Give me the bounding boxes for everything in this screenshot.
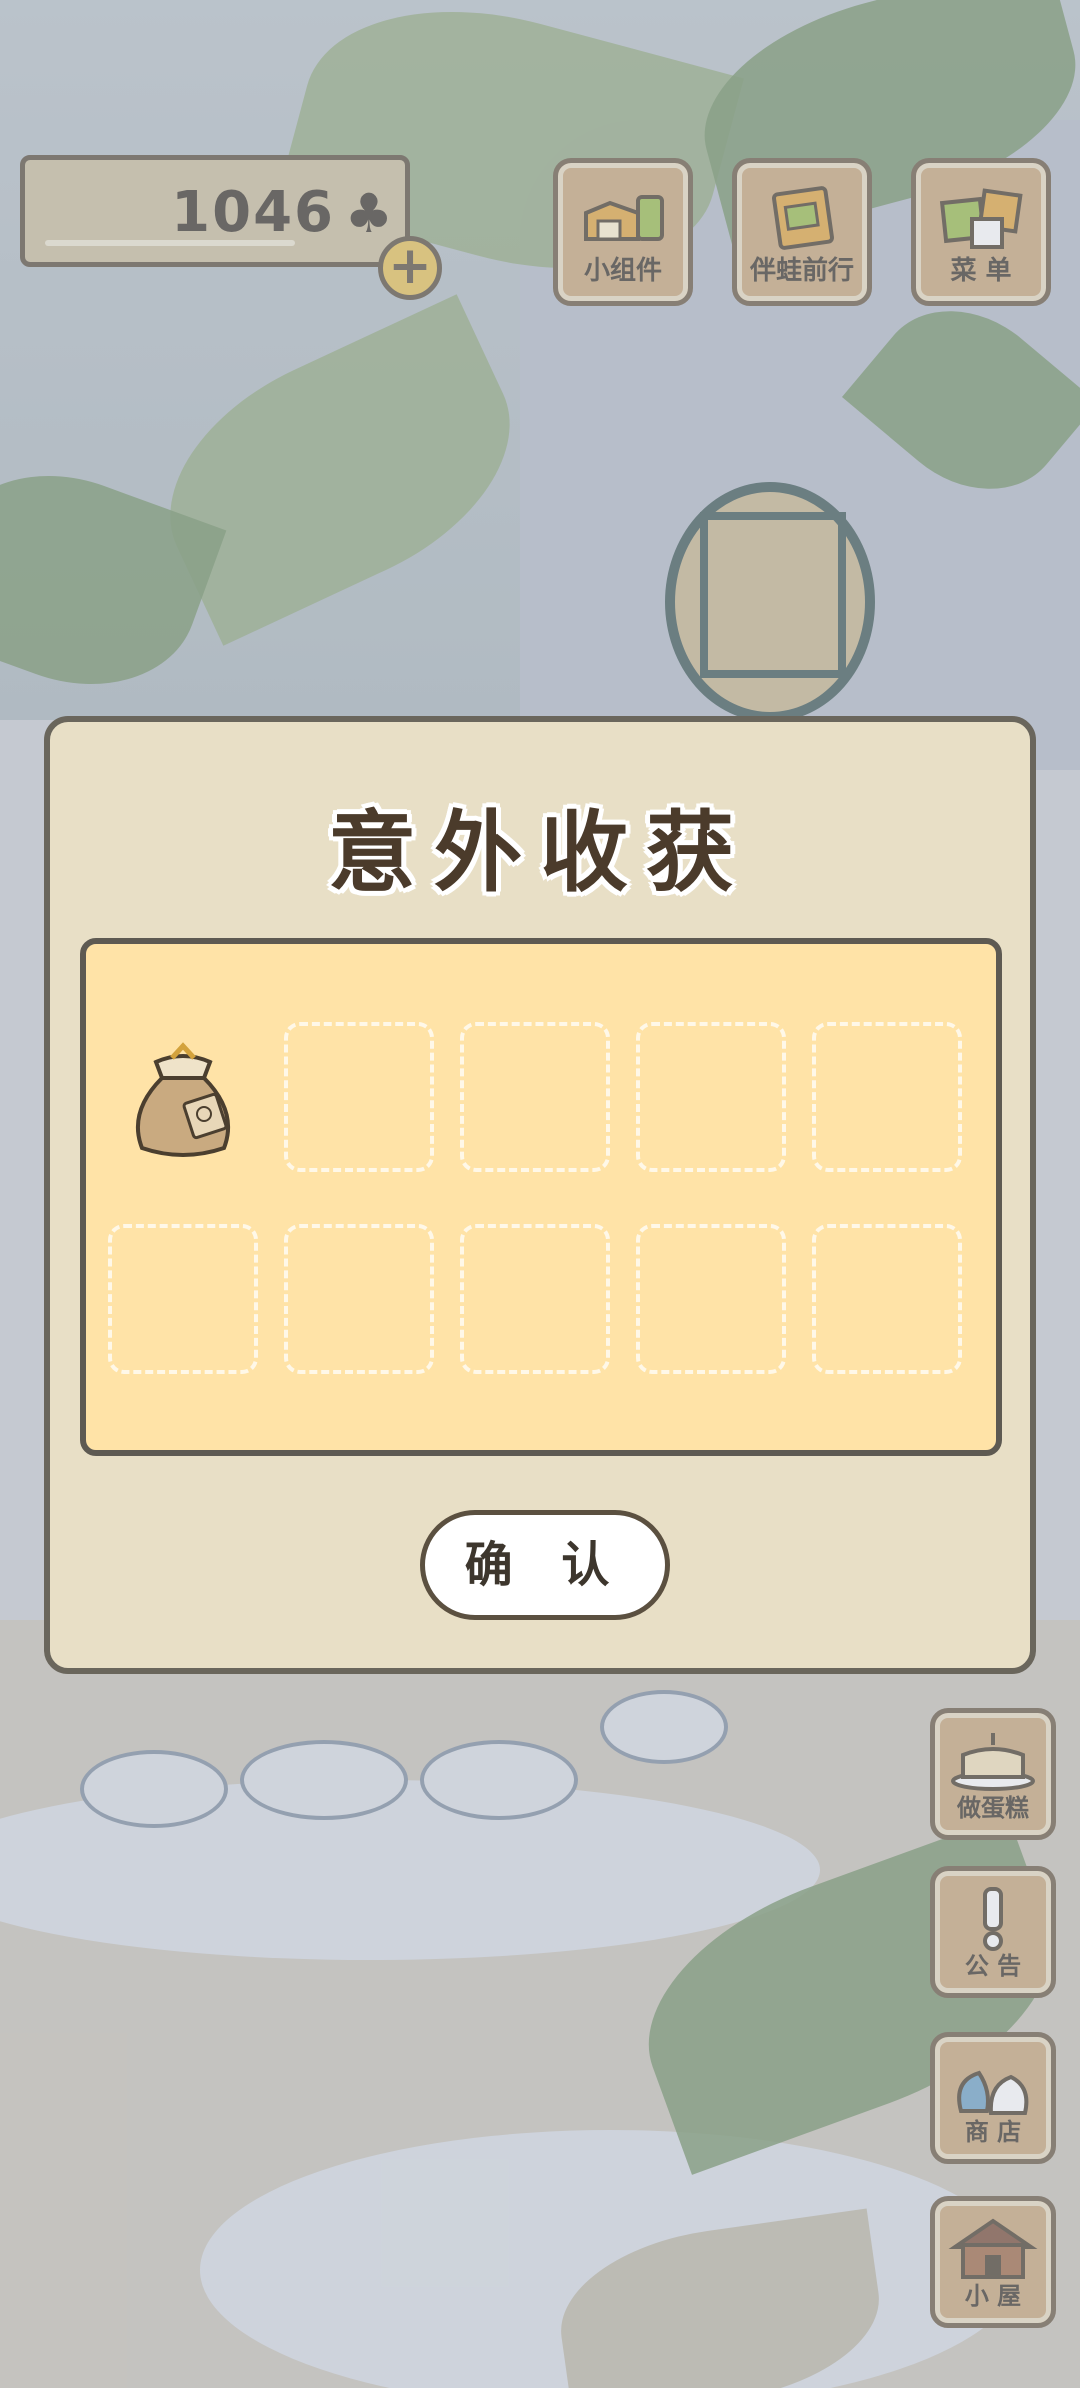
reward-slot-empty	[460, 1022, 610, 1172]
reward-slot-empty	[636, 1022, 786, 1172]
reward-slot-empty	[636, 1224, 786, 1374]
reward-grid	[80, 938, 1002, 1456]
reward-dialog: 意外收获 确 认	[44, 716, 1036, 1674]
reward-slot-empty	[284, 1022, 434, 1172]
reward-slot-empty	[812, 1224, 962, 1374]
confirm-button[interactable]: 确 认	[420, 1510, 670, 1620]
reward-slot-empty	[812, 1022, 962, 1172]
seed-bag-icon	[135, 1042, 231, 1157]
reward-slot[interactable]	[108, 1022, 258, 1172]
reward-slot-empty	[108, 1224, 258, 1374]
dialog-title: 意外收获	[327, 801, 752, 904]
reward-slot-empty	[460, 1224, 610, 1374]
reward-slot-empty	[284, 1224, 434, 1374]
